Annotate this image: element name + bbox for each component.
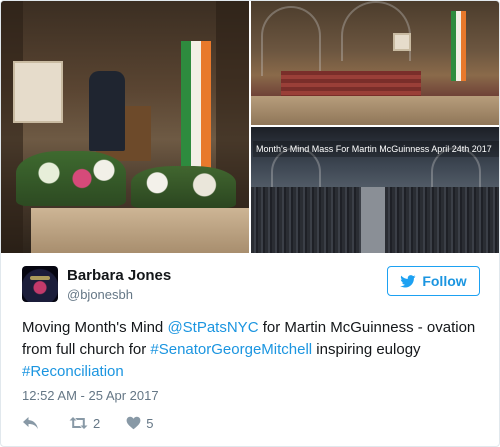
congregation [385,187,499,253]
retweet-icon [69,417,88,429]
altar-rail [31,208,249,253]
timestamp[interactable]: 12:52 AM - 25 Apr 2017 [22,388,159,403]
speaker-figure [89,71,125,151]
display-name[interactable]: Barbara Jones [67,267,171,284]
flower-arrangement [131,166,236,208]
hashtag-link[interactable]: #Reconciliation [22,363,124,380]
action-bar: 2 5 [22,413,179,433]
like-button[interactable]: 5 [126,416,153,431]
memorial-portrait [393,33,411,51]
photo-caption: Month's Mind Mass For Martin McGuinness … [253,141,499,157]
hashtag-link[interactable]: #SenatorGeorgeMitchell [150,341,312,358]
photo-grid: Month's Mind Mass For Martin McGuinness … [1,1,499,253]
photo-altar[interactable] [251,1,499,125]
embedded-tweet: Month's Mind Mass For Martin McGuinness … [0,0,500,447]
center-aisle [361,187,385,253]
follow-button[interactable]: Follow [387,266,480,296]
memorial-portrait [13,61,63,123]
congregation [251,187,361,253]
twitter-bird-icon [400,274,416,287]
retweet-button[interactable]: 2 [69,416,100,431]
arch [341,1,411,61]
irish-flag [451,11,466,81]
reply-icon [23,417,38,429]
tweet-text-segment: inspiring eulogy [312,341,421,358]
altar-rail [251,96,499,125]
like-count: 5 [146,415,154,431]
reply-button[interactable] [22,416,39,430]
tweet-text-segment: Moving Month's Mind [22,319,168,336]
arch [261,6,321,76]
pillar [1,1,23,253]
avatar[interactable] [22,266,58,302]
irish-flag [181,41,211,171]
retweet-count: 2 [93,415,101,431]
tweet-text: Moving Month's Mind @StPatsNYC for Marti… [22,317,482,383]
user-handle[interactable]: @bjonesbh [67,287,133,302]
flower-arrangement [16,151,126,206]
heart-icon [126,416,141,430]
photo-eulogy[interactable] [1,1,249,253]
follow-label: Follow [422,273,467,289]
mention-link[interactable]: @StPatsNYC [167,319,258,336]
